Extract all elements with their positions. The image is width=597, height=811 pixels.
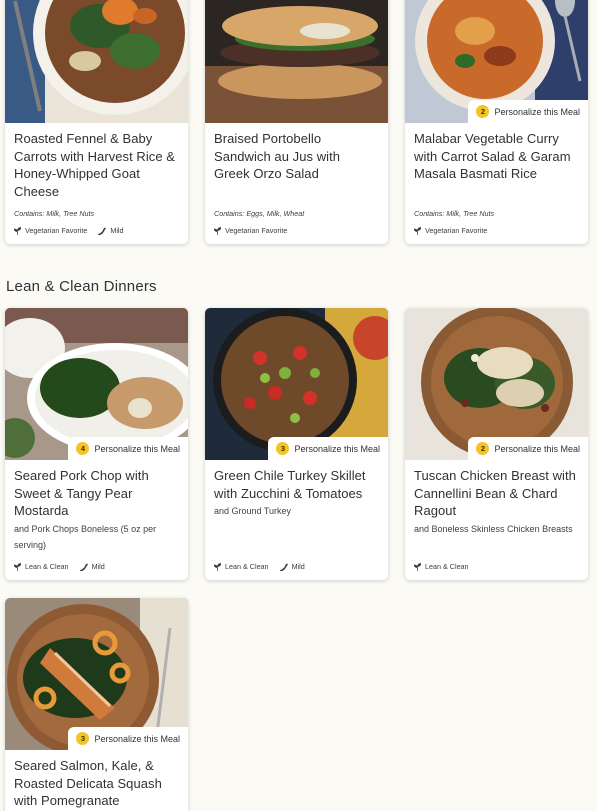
meal-title[interactable]: Malabar Vegetable Curry with Carrot Sala… bbox=[414, 130, 579, 183]
tag-label: Lean & Clean bbox=[225, 562, 269, 571]
chili-pepper-icon bbox=[79, 563, 88, 571]
personalize-label: Personalize this Meal bbox=[494, 106, 580, 117]
personalize-count-badge: 3 bbox=[276, 442, 290, 455]
meal-photo[interactable] bbox=[5, 0, 188, 123]
meal-card[interactable]: 2 Personalize this Meal Malabar Vegetabl… bbox=[405, 0, 588, 244]
sprout-icon bbox=[14, 562, 21, 571]
meal-card[interactable]: 3 Personalize this Meal Seared Salmon, K… bbox=[5, 598, 188, 811]
sprout-icon bbox=[414, 226, 421, 235]
section-heading: Lean & Clean Dinners bbox=[6, 278, 157, 295]
personalize-button[interactable]: 3 Personalize this Meal bbox=[268, 437, 388, 460]
meal-photo[interactable]: 2 Personalize this Meal bbox=[405, 308, 588, 460]
sprout-icon bbox=[414, 562, 421, 571]
tag-vegetarian: Vegetarian Favorite bbox=[414, 226, 487, 235]
meal-photo[interactable]: 3 Personalize this Meal bbox=[205, 308, 388, 460]
personalize-count-badge: 3 bbox=[76, 732, 90, 745]
tag-spice: Mild bbox=[279, 562, 305, 571]
personalize-button[interactable]: 3 Personalize this Meal bbox=[68, 727, 188, 750]
meal-tags: Vegetarian Favorite bbox=[414, 226, 487, 235]
meal-photo[interactable]: 2 Personalize this Meal bbox=[405, 0, 588, 123]
meal-tags: Vegetarian Favorite bbox=[214, 226, 287, 235]
meal-card[interactable]: 3 Personalize this Meal Green Chile Turk… bbox=[205, 308, 388, 580]
sprout-icon bbox=[14, 226, 21, 235]
meal-card[interactable]: 2 Personalize this Meal Tuscan Chicken B… bbox=[405, 308, 588, 580]
meal-card[interactable]: Roasted Fennel & Baby Carrots with Harve… bbox=[5, 0, 188, 244]
tag-label: Mild bbox=[291, 562, 305, 571]
allergen-info: Contains: Milk, Tree Nuts bbox=[14, 209, 95, 218]
tag-vegetarian: Vegetarian Favorite bbox=[214, 226, 287, 235]
meal-tags: Vegetarian Favorite Mild bbox=[14, 226, 124, 235]
tag-label: Lean & Clean bbox=[425, 562, 469, 571]
meal-title[interactable]: Tuscan Chicken Breast with Cannellini Be… bbox=[414, 467, 579, 520]
personalize-button[interactable]: 2 Personalize this Meal bbox=[468, 437, 588, 460]
tag-label: Lean & Clean bbox=[25, 562, 69, 571]
personalize-count-badge: 4 bbox=[76, 442, 90, 455]
tag-label: Vegetarian Favorite bbox=[425, 226, 488, 235]
tag-lean-clean: Lean & Clean bbox=[14, 562, 69, 571]
allergen-info: Contains: Eggs, Milk, Wheat bbox=[214, 209, 305, 218]
meal-photo[interactable]: 4 Personalize this Meal bbox=[5, 308, 188, 460]
tag-label: Mild bbox=[110, 226, 124, 235]
meal-tags: Lean & Clean Mild bbox=[14, 562, 105, 571]
tag-label: Mild bbox=[91, 562, 105, 571]
personalize-label: Personalize this Meal bbox=[494, 443, 580, 454]
personalize-label: Personalize this Meal bbox=[94, 443, 180, 454]
protein-option: and Ground Turkey bbox=[214, 506, 292, 517]
meal-title[interactable]: Roasted Fennel & Baby Carrots with Harve… bbox=[14, 130, 179, 201]
chili-pepper-icon bbox=[98, 227, 107, 235]
meal-title[interactable]: Seared Pork Chop with Sweet & Tangy Pear… bbox=[14, 467, 179, 520]
protein-option: and Boneless Skinless Chicken Breasts bbox=[414, 524, 573, 535]
personalize-label: Personalize this Meal bbox=[294, 443, 380, 454]
sprout-icon bbox=[214, 226, 221, 235]
meal-tags: Lean & Clean Mild bbox=[214, 562, 305, 571]
tag-spice: Mild bbox=[98, 226, 124, 235]
meal-card[interactable]: 4 Personalize this Meal Seared Pork Chop… bbox=[5, 308, 188, 580]
chili-pepper-icon bbox=[279, 563, 288, 571]
personalize-count-badge: 2 bbox=[476, 105, 490, 118]
meal-card[interactable]: Braised Portobello Sandwich au Jus with … bbox=[205, 0, 388, 244]
tag-lean-clean: Lean & Clean bbox=[214, 562, 269, 571]
meal-photo[interactable]: 3 Personalize this Meal bbox=[5, 598, 188, 750]
meal-title[interactable]: Seared Salmon, Kale, & Roasted Delicata … bbox=[14, 757, 179, 810]
meal-tags: Lean & Clean bbox=[414, 562, 469, 571]
personalize-count-badge: 2 bbox=[476, 442, 490, 455]
tag-label: Vegetarian Favorite bbox=[225, 226, 288, 235]
meal-photo[interactable] bbox=[205, 0, 388, 123]
meal-title[interactable]: Green Chile Turkey Skillet with Zucchini… bbox=[214, 467, 379, 502]
meal-title[interactable]: Braised Portobello Sandwich au Jus with … bbox=[214, 130, 379, 183]
tag-label: Vegetarian Favorite bbox=[25, 226, 88, 235]
tag-lean-clean: Lean & Clean bbox=[414, 562, 469, 571]
personalize-button[interactable]: 2 Personalize this Meal bbox=[468, 100, 588, 123]
sprout-icon bbox=[214, 562, 221, 571]
protein-option: and Pork Chops Boneless (5 oz per servin… bbox=[14, 524, 157, 550]
personalize-button[interactable]: 4 Personalize this Meal bbox=[68, 437, 188, 460]
allergen-info: Contains: Milk, Tree Nuts bbox=[414, 209, 495, 218]
tag-spice: Mild bbox=[79, 562, 105, 571]
personalize-label: Personalize this Meal bbox=[94, 733, 180, 744]
tag-vegetarian: Vegetarian Favorite bbox=[14, 226, 87, 235]
